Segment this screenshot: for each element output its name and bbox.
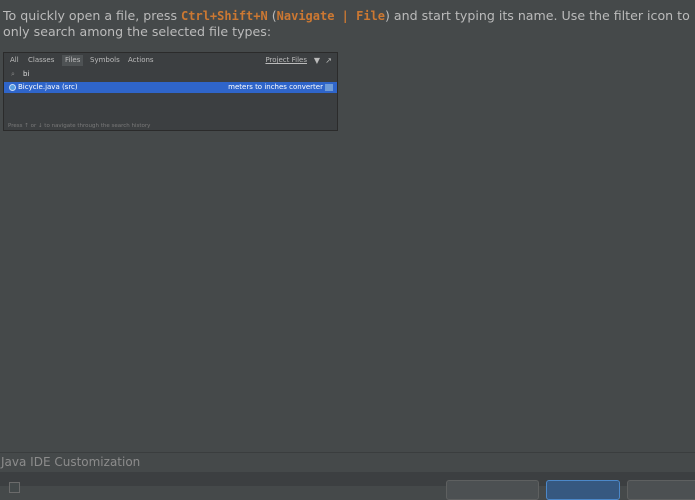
next-tip-button[interactable] [546, 480, 620, 500]
search-value: bi [23, 70, 30, 78]
module-icon [325, 84, 333, 91]
search-icon: ⌕ [11, 70, 15, 78]
tab-symbols: Symbols [90, 56, 120, 64]
result-module: meters to inches converter [228, 83, 323, 91]
close-button[interactable] [627, 480, 695, 500]
tab-actions: Actions [128, 56, 154, 64]
tip-text-part1: To quickly open a file, press [3, 8, 182, 23]
search-result-row: Bicycle.java (src) meters to inches conv… [4, 82, 337, 93]
tab-files: Files [62, 55, 84, 66]
tip-text-part2: ( [267, 8, 277, 23]
filter-icon: ▼ [313, 56, 320, 65]
tab-all: All [10, 56, 19, 64]
footer-divider [0, 452, 695, 453]
tab-classes: Classes [28, 56, 55, 64]
search-field: ⌕ bi [4, 69, 337, 81]
section-label: Java IDE Customization [1, 455, 141, 469]
tip-text: To quickly open a file, press Ctrl+Shift… [3, 8, 693, 40]
shortcut-label: Ctrl+Shift+N [181, 9, 268, 23]
search-tabs: All Classes Files Symbols Actions Projec… [4, 53, 337, 67]
tip-screenshot: All Classes Files Symbols Actions Projec… [3, 52, 338, 131]
result-file-name: Bicycle.java (src) [18, 83, 78, 91]
scope-selector: Project Files [265, 56, 307, 64]
menu-path-label: Navigate | File [276, 9, 386, 23]
pin-icon: ↗ [325, 56, 332, 65]
search-history-hint: Press ↑ or ↓ to navigate through the sea… [8, 123, 151, 129]
previous-tip-button[interactable] [446, 480, 539, 500]
java-file-icon [9, 84, 16, 91]
show-tips-checkbox[interactable] [9, 482, 20, 493]
